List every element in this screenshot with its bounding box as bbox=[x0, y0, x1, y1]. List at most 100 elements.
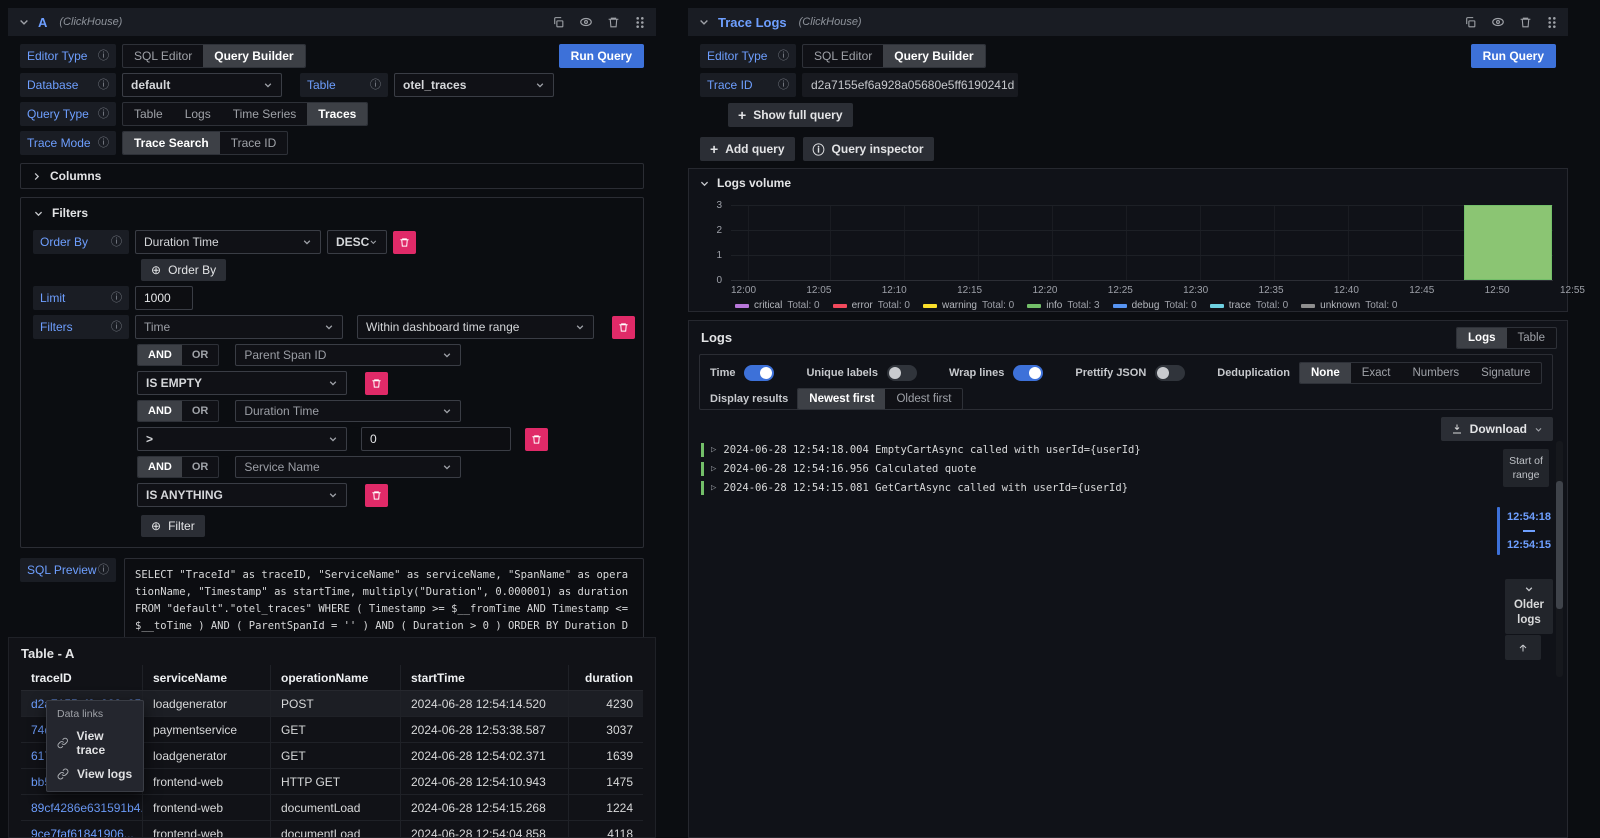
and-option[interactable]: AND bbox=[138, 457, 182, 477]
query-builder-option[interactable]: Query Builder bbox=[883, 45, 984, 67]
add-order-by-button[interactable]: ⊕Order By bbox=[141, 259, 226, 281]
trace-id-input[interactable]: d2a7155ef6a928a05680e5ff6190241d bbox=[802, 73, 1018, 97]
info-icon[interactable]: ⓘ bbox=[111, 293, 122, 304]
query-type-traces[interactable]: Traces bbox=[307, 103, 367, 125]
log-line[interactable]: ▷ 2024-06-28 12:54:15.081 GetCartAsync c… bbox=[701, 481, 1477, 495]
run-query-button[interactable]: Run Query bbox=[559, 44, 644, 68]
dedup-exact[interactable]: Exact bbox=[1351, 363, 1402, 383]
duplicate-query-icon[interactable] bbox=[1464, 16, 1477, 29]
query-type-logs[interactable]: Logs bbox=[174, 103, 222, 125]
logs-view-option[interactable]: Logs bbox=[1457, 328, 1506, 348]
logs-scrollbar-thumb[interactable] bbox=[1556, 481, 1563, 609]
info-icon[interactable]: ⓘ bbox=[111, 322, 122, 333]
sql-editor-option[interactable]: SQL Editor bbox=[123, 45, 203, 67]
duration-field-select[interactable]: Duration Time bbox=[235, 400, 461, 422]
query-ref[interactable]: Trace Logs bbox=[718, 15, 787, 30]
info-icon[interactable]: ⓘ bbox=[98, 565, 109, 576]
logs-volume-chart[interactable]: 3 2 1 0 bbox=[731, 205, 1553, 281]
expand-caret-icon[interactable]: ▷ bbox=[711, 445, 716, 455]
order-by-field-select[interactable]: Duration Time bbox=[135, 230, 321, 254]
dedup-none[interactable]: None bbox=[1300, 363, 1351, 383]
table-select[interactable]: otel_traces bbox=[394, 73, 554, 97]
limit-input[interactable]: 1000 bbox=[135, 286, 193, 310]
column-header-operationname[interactable]: operationName bbox=[271, 665, 401, 690]
delete-query-icon[interactable] bbox=[1519, 16, 1532, 29]
duration-operator-select[interactable]: > bbox=[137, 427, 347, 451]
show-full-query-button[interactable]: +Show full query bbox=[728, 103, 853, 127]
columns-section-toggle[interactable]: Columns bbox=[20, 163, 644, 189]
log-line[interactable]: ▷ 2024-06-28 12:54:18.004 EmptyCartAsync… bbox=[701, 443, 1477, 457]
service-operator-select[interactable]: IS ANYTHING bbox=[137, 483, 347, 507]
trace-id-link[interactable]: 9ce7faf61841906... bbox=[21, 821, 143, 838]
legend-item-warning[interactable]: warningTotal: 0 bbox=[923, 300, 1014, 311]
trace-search-option[interactable]: Trace Search bbox=[123, 132, 220, 154]
column-header-starttime[interactable]: startTime bbox=[401, 665, 569, 690]
duplicate-query-icon[interactable] bbox=[552, 16, 565, 29]
or-option[interactable]: OR bbox=[182, 401, 219, 421]
order-direction-select[interactable]: DESC bbox=[327, 230, 387, 254]
column-header-traceid[interactable]: traceID bbox=[21, 665, 143, 690]
add-query-button[interactable]: +Add query bbox=[700, 137, 795, 161]
scroll-to-top-button[interactable] bbox=[1505, 635, 1541, 660]
dedup-numbers[interactable]: Numbers bbox=[1402, 363, 1471, 383]
dedup-signature[interactable]: Signature bbox=[1470, 363, 1541, 383]
trace-id-link[interactable]: 89cf4286e631591b4... bbox=[21, 795, 143, 820]
time-filter-operator-select[interactable]: Within dashboard time range bbox=[357, 315, 594, 339]
info-icon[interactable]: ⓘ bbox=[98, 80, 109, 91]
collapse-chevron-icon[interactable] bbox=[18, 16, 30, 28]
older-logs-button[interactable]: Older logs bbox=[1505, 579, 1553, 634]
info-icon[interactable]: ⓘ bbox=[98, 51, 109, 62]
or-option[interactable]: OR bbox=[182, 457, 219, 477]
query-ref[interactable]: A bbox=[38, 15, 47, 30]
oldest-first-option[interactable]: Oldest first bbox=[885, 389, 962, 409]
info-logs-bar[interactable] bbox=[1464, 205, 1552, 280]
table-view-option[interactable]: Table bbox=[1507, 328, 1557, 348]
remove-order-by-button[interactable] bbox=[393, 231, 416, 254]
drag-handle-icon[interactable] bbox=[634, 16, 646, 29]
query-type-table[interactable]: Table bbox=[123, 103, 174, 125]
collapse-chevron-icon[interactable] bbox=[698, 16, 710, 28]
and-option[interactable]: AND bbox=[138, 345, 182, 365]
query-builder-option[interactable]: Query Builder bbox=[203, 45, 304, 67]
legend-item-critical[interactable]: criticalTotal: 0 bbox=[735, 300, 820, 311]
trace-id-option[interactable]: Trace ID bbox=[220, 132, 288, 154]
legend-item-unknown[interactable]: unknownTotal: 0 bbox=[1301, 300, 1397, 311]
and-option[interactable]: AND bbox=[138, 401, 182, 421]
remove-time-filter-button[interactable] bbox=[612, 316, 635, 339]
service-field-select[interactable]: Service Name bbox=[235, 456, 461, 478]
info-icon[interactable]: ⓘ bbox=[98, 109, 109, 120]
download-button[interactable]: Download bbox=[1441, 417, 1553, 441]
parent-span-field-select[interactable]: Parent Span ID bbox=[235, 344, 461, 366]
drag-handle-icon[interactable] bbox=[1546, 16, 1558, 29]
remove-duration-filter-button[interactable] bbox=[525, 428, 548, 451]
legend-item-debug[interactable]: debugTotal: 0 bbox=[1113, 300, 1197, 311]
duration-value-input[interactable]: 0 bbox=[361, 427, 511, 451]
sql-editor-option[interactable]: SQL Editor bbox=[803, 45, 883, 67]
view-logs-menu-item[interactable]: View logs bbox=[47, 762, 143, 786]
remove-service-filter-button[interactable] bbox=[365, 484, 388, 507]
query-type-timeseries[interactable]: Time Series bbox=[222, 103, 308, 125]
parent-span-operator-select[interactable]: IS EMPTY bbox=[137, 371, 347, 395]
info-icon[interactable]: ⓘ bbox=[778, 51, 789, 62]
hide-response-icon[interactable] bbox=[1491, 15, 1505, 29]
add-filter-button[interactable]: ⊕Filter bbox=[141, 515, 205, 537]
legend-item-info[interactable]: infoTotal: 3 bbox=[1027, 300, 1099, 311]
time-filter-field-select[interactable]: Time bbox=[135, 315, 343, 339]
view-trace-menu-item[interactable]: View trace bbox=[47, 724, 143, 762]
time-toggle[interactable] bbox=[744, 365, 774, 381]
info-icon[interactable]: ⓘ bbox=[370, 80, 381, 91]
log-line[interactable]: ▷ 2024-06-28 12:54:16.956 Calculated quo… bbox=[701, 462, 1477, 476]
column-header-servicename[interactable]: serviceName bbox=[143, 665, 271, 690]
info-icon[interactable]: ⓘ bbox=[98, 138, 109, 149]
run-query-button[interactable]: Run Query bbox=[1471, 44, 1556, 68]
legend-item-error[interactable]: errorTotal: 0 bbox=[833, 300, 910, 311]
query-inspector-button[interactable]: ⓘQuery inspector bbox=[803, 137, 934, 161]
expand-caret-icon[interactable]: ▷ bbox=[711, 464, 716, 474]
or-option[interactable]: OR bbox=[182, 345, 219, 365]
info-icon[interactable]: ⓘ bbox=[778, 80, 789, 91]
newest-first-option[interactable]: Newest first bbox=[798, 389, 885, 409]
hide-response-icon[interactable] bbox=[579, 15, 593, 29]
column-header-duration[interactable]: duration bbox=[569, 665, 643, 690]
logs-volume-header[interactable]: Logs volume bbox=[689, 169, 1567, 190]
legend-item-trace[interactable]: traceTotal: 0 bbox=[1210, 300, 1288, 311]
